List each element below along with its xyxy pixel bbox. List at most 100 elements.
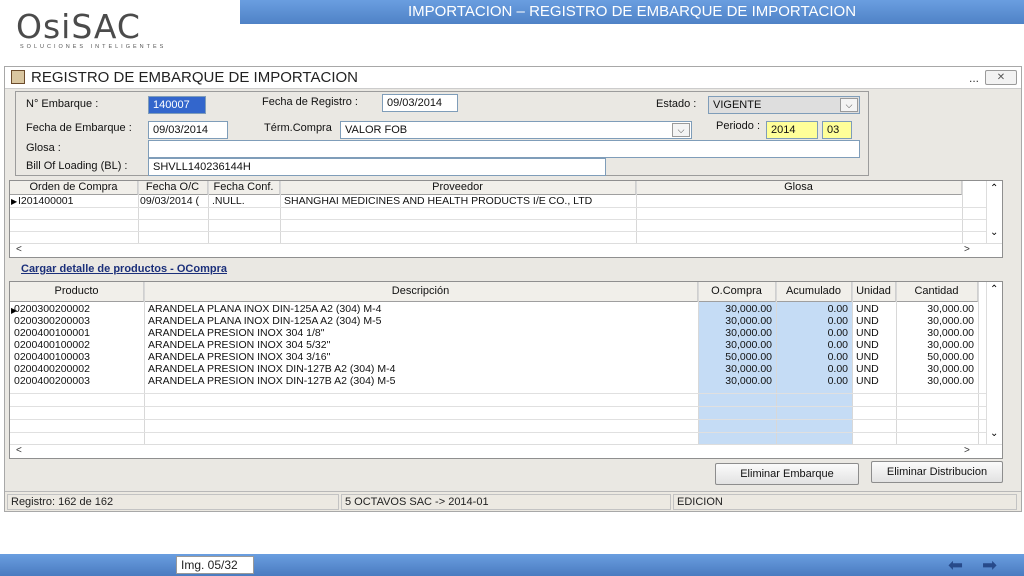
slide-title: IMPORTACION – REGISTRO DE EMBARQUE DE IM… [240,0,1024,24]
arrow-left-icon[interactable]: ⬅ [948,556,963,574]
table-cell[interactable]: 0.00 [778,316,848,327]
table-cell[interactable]: SHANGHAI MEDICINES AND HEALTH PRODUCTS I… [284,196,634,207]
table-cell[interactable]: .NULL. [212,196,278,207]
col-descripcion[interactable]: Descripción [144,282,698,302]
eliminar-embarque-button[interactable]: Eliminar Embarque [715,463,859,485]
estado-select[interactable]: VIGENTE ⌵ [708,96,860,114]
header-form: N° Embarque : 140007 Fecha de Registro :… [15,91,869,176]
table-cell[interactable]: UND [856,316,894,327]
col-ocompra[interactable]: O.Compra [698,282,776,302]
embarque-field[interactable]: 140007 [148,96,206,114]
col-producto[interactable]: Producto [10,282,144,302]
products-vertical-scrollbar[interactable]: ⌃ ⌄ [986,282,1002,444]
app-window: REGISTRO DE EMBARQUE DE IMPORTACION ... … [4,66,1022,512]
table-cell[interactable]: 30,000.00 [700,316,772,327]
table-cell[interactable]: 30,000.00 [898,340,974,351]
periodo-year-field[interactable]: 2014 [766,121,818,139]
periodo-month-field[interactable]: 03 [822,121,852,139]
table-cell[interactable]: 30,000.00 [700,364,772,375]
table-cell[interactable]: 0.00 [778,304,848,315]
table-cell[interactable]: 0200300200002 [14,304,142,315]
table-cell[interactable]: ARANDELA PRESION INOX DIN-127B A2 (304) … [148,364,696,375]
table-cell[interactable]: 30,000.00 [700,376,772,387]
table-cell[interactable]: 30,000.00 [898,304,974,315]
fecha-embarque-label: Fecha de Embarque : [26,122,132,134]
chevron-right-icon[interactable]: > [964,244,970,255]
image-counter: Img. 05/32 [176,556,254,574]
table-cell[interactable]: UND [856,352,894,363]
table-cell[interactable]: UND [856,304,894,315]
table-cell[interactable]: 0.00 [778,328,848,339]
table-cell[interactable]: UND [856,328,894,339]
chevron-left-icon[interactable]: < [16,445,22,456]
col-fecha-conf[interactable]: Fecha Conf. [208,181,280,195]
chevron-down-icon[interactable]: ⌵ [672,123,690,137]
table-cell[interactable]: 0200400200003 [14,376,142,387]
table-cell[interactable]: 30,000.00 [700,328,772,339]
table-cell[interactable]: UND [856,376,894,387]
glosa-field[interactable] [148,140,860,158]
products-horizontal-scrollbar[interactable]: < > [10,444,1002,458]
eliminar-distribucion-button[interactable]: Eliminar Distribucion [871,461,1003,483]
status-modo: EDICION [673,494,1017,510]
table-cell[interactable]: 0200300200003 [14,316,142,327]
table-cell[interactable]: 0.00 [778,340,848,351]
chevron-up-icon[interactable]: ⌃ [990,183,998,194]
table-cell[interactable]: 30,000.00 [898,316,974,327]
col-cantidad[interactable]: Cantidad [896,282,978,302]
window-more-button[interactable]: ... [969,71,979,85]
orders-horizontal-scrollbar[interactable]: < > [10,243,1002,257]
table-cell[interactable]: 30,000.00 [700,304,772,315]
col-acumulado[interactable]: Acumulado [776,282,852,302]
chevron-up-icon[interactable]: ⌃ [990,284,998,295]
table-cell[interactable]: ARANDELA PRESION INOX 304 1/8" [148,328,696,339]
fecha-registro-field[interactable]: 09/03/2014 [382,94,458,112]
status-empresa: 5 OCTAVOS SAC -> 2014-01 [341,494,671,510]
chevron-down-icon[interactable]: ⌵ [840,98,858,112]
table-cell[interactable] [640,196,960,207]
orders-grid[interactable]: Orden de Compra Fecha O/C Fecha Conf. Pr… [9,180,1003,258]
table-cell[interactable]: 30,000.00 [898,376,974,387]
table-cell[interactable]: UND [856,364,894,375]
col-orden-compra[interactable]: Orden de Compra [10,181,138,195]
fecha-embarque-field[interactable]: 09/03/2014 [148,121,228,139]
table-cell[interactable]: 30,000.00 [898,328,974,339]
chevron-down-icon[interactable]: ⌄ [990,428,998,439]
term-compra-select[interactable]: VALOR FOB ⌵ [340,121,692,139]
table-cell[interactable]: 0200400100003 [14,352,142,363]
chevron-down-icon[interactable]: ⌄ [990,227,998,238]
products-grid[interactable]: Producto Descripción O.Compra Acumulado … [9,281,1003,459]
table-cell[interactable]: ARANDELA PRESION INOX 304 5/32" [148,340,696,351]
chevron-right-icon[interactable]: > [964,445,970,456]
col-glosa[interactable]: Glosa [636,181,962,195]
table-cell[interactable]: 09/03/2014 ( [140,196,207,207]
table-cell[interactable]: 30,000.00 [700,340,772,351]
status-bar: Registro: 162 de 162 5 OCTAVOS SAC -> 20… [5,491,1021,511]
table-cell[interactable]: I201400001 [18,196,136,207]
col-unidad[interactable]: Unidad [852,282,896,302]
window-title: REGISTRO DE EMBARQUE DE IMPORTACION [31,69,358,86]
table-cell[interactable]: 0.00 [778,352,848,363]
col-fecha-oc[interactable]: Fecha O/C [138,181,208,195]
table-cell[interactable]: 30,000.00 [898,364,974,375]
arrow-right-icon[interactable]: ➡ [982,556,997,574]
table-cell[interactable]: 0200400200002 [14,364,142,375]
table-cell[interactable]: ARANDELA PRESION INOX 304 3/16" [148,352,696,363]
table-cell[interactable]: 0.00 [778,376,848,387]
table-cell[interactable]: 50,000.00 [700,352,772,363]
table-cell[interactable]: 0.00 [778,364,848,375]
table-cell[interactable]: 0200400100002 [14,340,142,351]
bl-field[interactable]: SHVLL140236144H [148,158,606,176]
cargar-detalle-link[interactable]: Cargar detalle de productos - OCompra [21,263,227,275]
table-cell[interactable]: UND [856,340,894,351]
table-cell[interactable]: ARANDELA PRESION INOX DIN-127B A2 (304) … [148,376,696,387]
table-cell[interactable]: 0200400100001 [14,328,142,339]
orders-vertical-scrollbar[interactable]: ⌃ ⌄ [986,181,1002,243]
table-cell[interactable]: ARANDELA PLANA INOX DIN-125A A2 (304) M-… [148,316,696,327]
table-cell[interactable]: 50,000.00 [898,352,974,363]
col-proveedor[interactable]: Proveedor [280,181,636,195]
chevron-left-icon[interactable]: < [16,244,22,255]
periodo-label: Periodo : [716,120,761,132]
window-close-button[interactable]: ✕ [985,70,1017,85]
table-cell[interactable]: ARANDELA PLANA INOX DIN-125A A2 (304) M-… [148,304,696,315]
